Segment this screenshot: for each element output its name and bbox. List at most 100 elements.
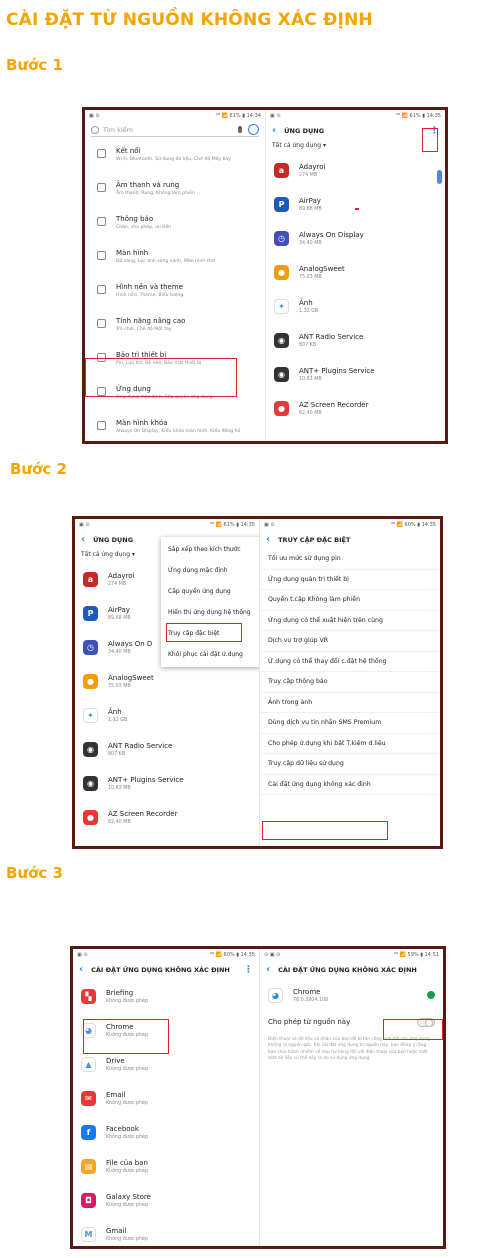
galaxy-store-icon: ◘: [81, 1192, 96, 1208]
app-list-item[interactable]: ◉ ANT Radio Service 807 KB: [75, 732, 259, 766]
az-recorder-icon: ●: [274, 400, 289, 416]
settings-item[interactable]: Âm thanh và rung Âm thanh, Rung, Không là…: [85, 175, 265, 209]
special-access-item[interactable]: Tối ưu mức sử dụng pin: [260, 549, 440, 570]
mic-icon[interactable]: [238, 126, 242, 133]
app-list-item[interactable]: ▚ Briefing Không được phép: [73, 979, 259, 1013]
app-list-item[interactable]: ● AZ Screen Recorder 62,40 MB: [75, 800, 259, 834]
app-meta: 62,40 MB: [108, 819, 131, 825]
settings-item[interactable]: Tính năng nâng cao Trò chơi, Chế độ Một t…: [85, 311, 265, 345]
step-3-screenshot: ▣ ⊙ ⁴ᴳ 📶 60% ▮ 14:35 ‹ CÀI ĐẶT ỨNG DỤNG KH…: [70, 946, 446, 1249]
app-list-item[interactable]: ● AnalogSweet 75,03 MB: [266, 255, 445, 289]
app-list-item[interactable]: ◉ ANT+ Plugins Service 10,63 MB: [75, 766, 259, 800]
app-meta: 10,63 MB: [108, 785, 131, 791]
app-meta: 75,03 MB: [108, 683, 131, 689]
app-list-item[interactable]: ● AZ Screen Recorder 62,40 MB: [266, 391, 445, 425]
status-bar: ▣ ⊙ ⁴ᴳ 📶 60% ▮ 14:35: [264, 521, 436, 528]
special-access-item[interactable]: Cài đặt ứng dụng không xác định: [260, 775, 440, 795]
app-list-item[interactable]: ▤ File của bạn Không được phép: [73, 1149, 259, 1183]
menu-item[interactable]: Cấp quyền ứng dụng: [161, 581, 259, 602]
back-icon[interactable]: ‹: [266, 964, 270, 975]
menu-item[interactable]: Ứng dụng mặc định: [161, 560, 259, 581]
special-access-item[interactable]: Ảnh trong ảnh: [260, 693, 440, 713]
app-filter-dropdown[interactable]: Tất cả ứng dụng ▾: [266, 140, 445, 153]
status-bar: ▣ ⊙ ⁴ᴳ 📶 61% ▮ 14:35: [270, 112, 441, 119]
step-2-screenshot: ▣ ⊙ ⁴ᴳ 📶 61% ▮ 14:35 ‹ ỨNG DỤNG Tất cả ứng…: [72, 516, 443, 849]
app-meta: 1,32 GB: [299, 308, 319, 314]
app-list-item[interactable]: ◉ ANT+ Plugins Service 10,63 MB: [266, 357, 445, 391]
email-icon: ✉: [81, 1090, 96, 1106]
app-name: Adayroi: [299, 162, 326, 171]
special-access-item[interactable]: Ứ.dụng có thể thay đổi c.đặt hệ thống: [260, 652, 440, 672]
app-list-item[interactable]: ● AnalogSweet 75,03 MB: [75, 664, 259, 698]
app-list-item[interactable]: ◷ Always On Display 34,40 MB: [266, 221, 445, 255]
app-name: AnalogSweet: [299, 264, 345, 273]
photos-icon: ✦: [83, 707, 98, 723]
info-icon[interactable]: [427, 991, 435, 999]
settings-item[interactable]: Màn hình Độ sáng, Lọc ánh sáng xanh, Màn …: [85, 243, 265, 277]
app-version: 78.0.3904.108: [293, 997, 329, 1003]
back-icon[interactable]: ‹: [266, 534, 270, 545]
app-list-item[interactable]: M Gmail Không được phép: [73, 1217, 259, 1246]
special-access-item[interactable]: Quyền t.cập Không làm phiền: [260, 590, 440, 611]
menu-item[interactable]: Hiển thị ứng dụng hệ thống: [161, 602, 259, 623]
adayroi-icon: a: [83, 571, 98, 587]
settings-item-subtitle: Wi-Fi, Bluetooth, Sử dụng dữ liệu, Chế đ…: [116, 157, 232, 162]
highlight-unknown-apps: [262, 821, 388, 840]
photos-icon: ✦: [274, 298, 289, 314]
app-name: AirPay: [299, 196, 321, 205]
apps-pane: ▣ ⊙ ⁴ᴳ 📶 61% ▮ 14:35 ‹ ỨNG DỤNG Tất cả ứng…: [75, 519, 259, 846]
analogsweet-icon: ●: [83, 673, 98, 689]
account-icon[interactable]: [248, 124, 259, 135]
special-access-item[interactable]: Ứng dụng quản trị thiết bị: [260, 570, 440, 590]
app-name: Gmail: [106, 1226, 127, 1235]
app-list-item[interactable]: a Adayroi 274 MB: [266, 153, 445, 187]
settings-item[interactable]: Thông báo Chặn, cho phép, ưu tiên: [85, 209, 265, 243]
search-placeholder: Tìm kiếm: [103, 125, 134, 134]
gmail-icon: M: [81, 1226, 96, 1242]
settings-item-subtitle: Độ sáng, Lọc ánh sáng xanh, Màn hình chờ: [116, 259, 215, 264]
briefing-icon: ▚: [81, 988, 96, 1004]
settings-item-title: Tính năng nâng cao: [116, 317, 186, 325]
special-access-pane: ▣ ⊙ ⁴ᴳ 📶 60% ▮ 14:35 ‹ TRUY CẬP ĐẶC BIỆT T…: [259, 519, 440, 846]
special-access-item[interactable]: Truy cập dữ liệu sử dụng: [260, 754, 440, 775]
settings-item[interactable]: Kết nối Wi-Fi, Bluetooth, Sử dụng dữ liệu…: [85, 141, 265, 175]
ant-plus-icon: ◉: [274, 366, 289, 382]
app-list-item[interactable]: ◉ ANT Radio Service 807 KB: [266, 323, 445, 357]
app-meta: 75,03 MB: [299, 274, 322, 280]
scroll-handle[interactable]: [437, 170, 442, 184]
app-meta: 89,68 MB: [108, 615, 131, 621]
settings-item-subtitle: Chặn, cho phép, ưu tiên: [116, 225, 172, 230]
settings-item-title: Âm thanh và rung: [116, 181, 180, 189]
back-icon[interactable]: ‹: [272, 125, 276, 136]
special-access-item[interactable]: Ứng dụng có thể xuất hiện trên cùng: [260, 611, 440, 631]
app-list-item[interactable]: f Facebook Không được phép: [73, 1115, 259, 1149]
app-meta: Không được phép: [106, 1202, 148, 1208]
app-list-item[interactable]: ◘ Galaxy Store Không được phép: [73, 1183, 259, 1217]
app-list-item[interactable]: ✦ Ảnh 1,32 GB: [75, 698, 259, 732]
status-bar: ⊙ ▣ ⊙ ⁴ᴳ 📶 59% ▮ 14:51: [264, 951, 439, 958]
settings-item-title: Màn hình khóa: [116, 419, 168, 427]
special-access-item[interactable]: Dịch vụ trợ giúp VR: [260, 631, 440, 652]
settings-item[interactable]: Hình nền và theme Hình nền, Theme, Biểu t…: [85, 277, 265, 311]
more-options-icon[interactable]: ⋮: [244, 965, 253, 975]
app-list-item[interactable]: ✦ Ảnh 1,32 GB: [266, 289, 445, 323]
special-access-item[interactable]: Truy cập thông báo: [260, 672, 440, 693]
back-icon[interactable]: ‹: [79, 964, 83, 975]
my-files-icon: ▤: [81, 1158, 96, 1174]
app-meta: Không được phép: [106, 998, 148, 1004]
app-list-item[interactable]: P AirPay 89,68 MB: [266, 187, 445, 221]
adayroi-icon: a: [274, 162, 289, 178]
menu-item[interactable]: Sắp xếp theo kích thước: [161, 539, 259, 560]
notification-dot: [355, 208, 359, 210]
settings-item-subtitle: Âm thanh, Rung, Không làm phiền: [116, 191, 195, 196]
app-name: Always On Display: [299, 230, 364, 239]
menu-item[interactable]: Khôi phục cài đặt ứ.dụng: [161, 644, 259, 665]
app-list-item[interactable]: ✉ Email Không được phép: [73, 1081, 259, 1115]
search-bar[interactable]: Tìm kiếm: [91, 123, 259, 137]
always-on-display-icon: ◷: [274, 230, 289, 246]
special-access-item[interactable]: Cho phép ứ.dụng khi bật T.kiệm d.liệu: [260, 734, 440, 754]
settings-item-title: Màn hình: [116, 249, 149, 257]
back-icon[interactable]: ‹: [81, 534, 85, 545]
settings-item[interactable]: Màn hình khóa Always On Display, Kiểu khó…: [85, 413, 265, 441]
special-access-item[interactable]: Dùng dịch vụ tin nhắn SMS Premium: [260, 713, 440, 734]
